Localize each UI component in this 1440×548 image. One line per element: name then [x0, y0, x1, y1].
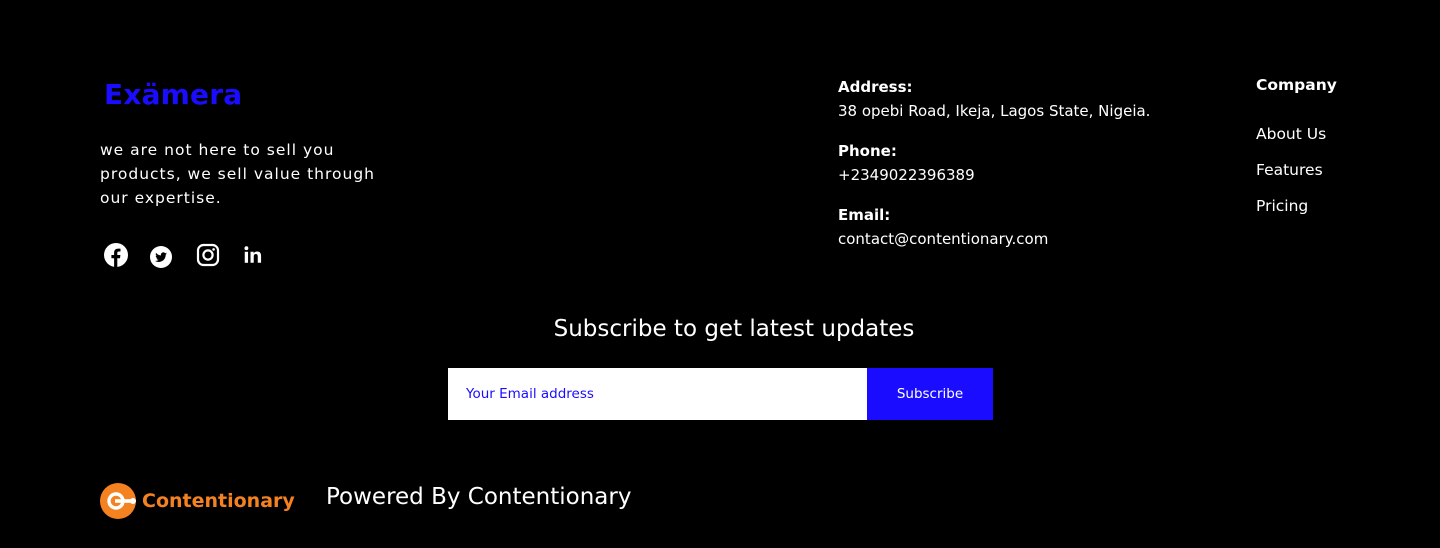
phone-label: Phone:	[838, 142, 897, 160]
company-heading: Company	[1256, 76, 1337, 94]
email-block: Email: contact@contentionary.com	[838, 204, 1048, 252]
linkedin-icon[interactable]	[242, 244, 264, 266]
email-input[interactable]	[448, 368, 867, 420]
phone-value: +2349022396389	[838, 166, 975, 184]
footer-link-features[interactable]: Features	[1256, 161, 1323, 179]
contentionary-logo-text: Contentionary	[142, 490, 295, 512]
contentionary-logo[interactable]: Contentionary	[100, 482, 295, 520]
twitter-icon[interactable]	[150, 246, 174, 270]
email-label: Email:	[838, 206, 891, 224]
address-value: 38 opebi Road, Ikeja, Lagos State, Nigei…	[838, 102, 1151, 120]
powered-by-text: Powered By Contentionary	[326, 484, 632, 510]
footer-link-pricing[interactable]: Pricing	[1256, 197, 1308, 215]
email-value[interactable]: contact@contentionary.com	[838, 226, 1048, 252]
footer-link-about-us[interactable]: About Us	[1256, 125, 1326, 143]
subscribe-title: Subscribe to get latest updates	[553, 316, 915, 342]
footer-tagline: we are not here to sell you products, we…	[100, 141, 376, 207]
subscribe-button[interactable]: Subscribe	[867, 368, 993, 420]
address-label: Address:	[838, 78, 913, 96]
phone-block: Phone: +2349022396389	[838, 140, 975, 188]
brand-logo-text[interactable]: Exämera	[104, 78, 242, 111]
social-links	[104, 240, 286, 270]
facebook-icon[interactable]	[104, 243, 128, 267]
address-block: Address: 38 opebi Road, Ikeja, Lagos Sta…	[838, 76, 1150, 124]
instagram-icon[interactable]	[196, 243, 220, 267]
contentionary-logo-icon	[100, 483, 136, 519]
